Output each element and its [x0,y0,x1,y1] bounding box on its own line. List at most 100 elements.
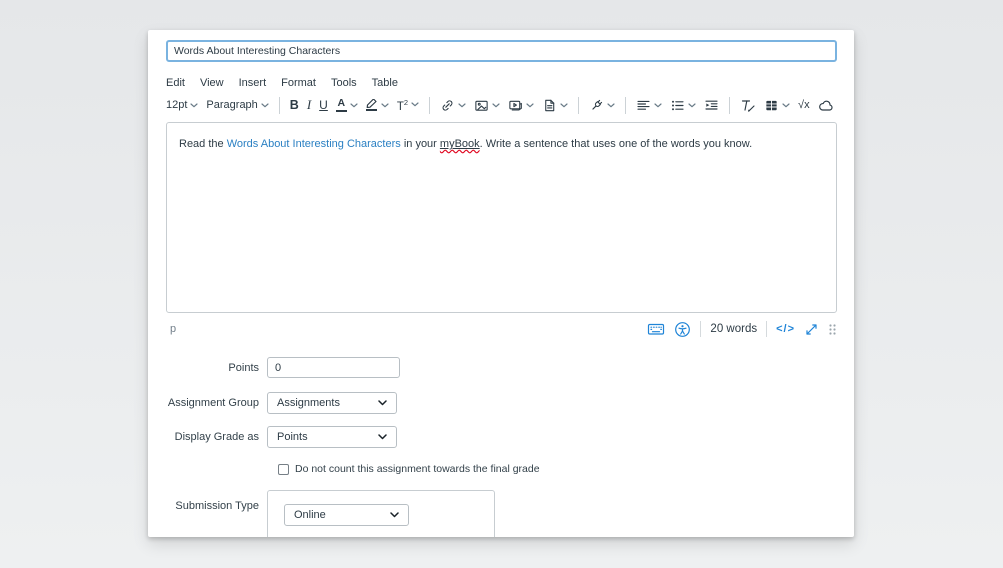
chevron-down-icon [350,102,358,107]
toolbar-separator [729,96,731,114]
chevron-down-icon [381,102,389,107]
font-size-dropdown[interactable]: 12pt [162,96,202,114]
html-editor-icon[interactable]: </> [776,323,795,335]
bold-button[interactable]: B [286,95,303,115]
editor-link[interactable]: Words About Interesting Characters [227,138,401,150]
paragraph-style-label: Paragraph [206,99,258,111]
chevron-down-icon [378,400,387,406]
display-grade-value: Points [277,431,308,443]
chevron-down-icon [607,102,615,107]
highlighter-icon [366,99,378,111]
menu-format[interactable]: Format [281,77,316,89]
assignment-group-select[interactable]: Assignments [267,392,397,414]
menu-tools[interactable]: Tools [331,77,357,89]
paragraph-style-dropdown[interactable]: Paragraph [202,96,272,114]
image-icon [475,100,488,111]
rich-text-editor-body[interactable]: Read the Words About Interesting Charact… [166,122,837,313]
fullscreen-expand-icon[interactable] [804,322,819,337]
bold-icon: B [289,98,299,112]
link-dropdown[interactable] [436,95,470,116]
equation-icon: √x [798,99,810,111]
equation-button[interactable]: √x [794,96,814,114]
superscript-dropdown[interactable]: T2 [393,95,423,116]
resize-drag-handle-icon[interactable] [828,323,837,336]
media-dropdown[interactable] [504,95,538,116]
editor-text: Read the [179,138,227,150]
text-pencil-icon [741,99,755,112]
omit-final-grade-row: Do not count this assignment towards the… [278,463,540,475]
highlight-color-dropdown[interactable] [362,96,393,114]
bullet-list-icon [672,100,684,110]
editor-menubar: Edit View Insert Format Tools Table [166,77,398,89]
editor-toolbar: 12pt Paragraph B I U A T2 √x [162,92,838,118]
assignment-edit-card: Edit View Insert Format Tools Table 12pt… [148,30,854,537]
points-input[interactable] [267,357,400,378]
indent-button[interactable] [700,95,723,116]
menu-table[interactable]: Table [372,77,398,89]
submission-type-label: Submission Type [175,500,259,512]
plug-icon [592,99,603,110]
page-background: { "title_field": { "value": "Words About… [0,0,1003,568]
text-color-icon: A [335,98,347,112]
submission-type-select[interactable]: Online [284,504,409,526]
clear-formatting-button[interactable] [736,95,760,116]
editor-text: in your [400,138,440,150]
statusbar-separator [766,321,768,337]
toolbar-separator [429,96,431,114]
italic-button[interactable]: I [303,94,315,116]
omit-final-grade-checkbox[interactable] [278,463,289,475]
assignment-group-value: Assignments [277,397,340,409]
apps-dropdown[interactable] [585,95,619,116]
table-icon [765,99,778,111]
assignment-group-label: Assignment Group [167,397,259,409]
menu-insert[interactable]: Insert [239,77,267,89]
chevron-down-icon [261,102,269,107]
statusbar-separator [700,321,702,337]
toolbar-separator [278,96,280,114]
superscript-icon: T2 [396,97,409,113]
alignment-dropdown[interactable] [632,95,666,116]
editor-underlined-word: myBook [439,138,480,150]
chevron-down-icon [458,102,466,107]
chevron-down-icon [560,102,568,107]
media-record-icon [509,100,522,111]
embed-button[interactable] [814,95,838,116]
chevron-down-icon [654,102,662,107]
underline-icon: U [319,98,328,112]
text-color-dropdown[interactable]: A [332,95,362,115]
submission-type-value: Online [294,509,326,521]
list-dropdown[interactable] [666,95,700,116]
chevron-down-icon [492,102,500,107]
cloud-icon [818,100,833,111]
editor-text: . Write a sentence that uses one of the … [479,138,753,150]
editor-paragraph: Read the Words About Interesting Charact… [179,136,824,153]
toolbar-separator [578,96,580,114]
keyboard-shortcuts-icon[interactable] [647,321,665,337]
menu-edit[interactable]: Edit [166,77,185,89]
indent-icon [705,100,718,110]
accessibility-checker-icon[interactable] [674,321,691,338]
display-grade-label: Display Grade as [174,431,259,443]
chevron-down-icon [688,102,696,107]
points-label: Points [228,362,259,374]
link-icon [442,99,453,111]
table-dropdown[interactable] [760,95,794,116]
editor-statusbar: p 20 words </> [166,316,837,342]
word-count-label: 20 words [710,323,758,335]
chevron-down-icon [411,102,419,107]
document-icon [545,99,555,111]
toolbar-separator [625,96,627,114]
italic-icon: I [306,97,312,112]
menu-view[interactable]: View [200,77,224,89]
omit-final-grade-label: Do not count this assignment towards the… [295,463,540,475]
underline-button[interactable]: U [315,95,332,115]
font-size-label: 12pt [166,99,188,111]
assignment-title-input[interactable] [166,40,837,62]
chevron-down-icon [782,102,790,107]
display-grade-select[interactable]: Points [267,426,397,448]
images-dropdown[interactable] [470,95,504,116]
element-path-label[interactable]: p [166,323,176,335]
submission-type-panel: Online [267,490,495,537]
documents-dropdown[interactable] [538,95,572,116]
chevron-down-icon [390,512,399,518]
